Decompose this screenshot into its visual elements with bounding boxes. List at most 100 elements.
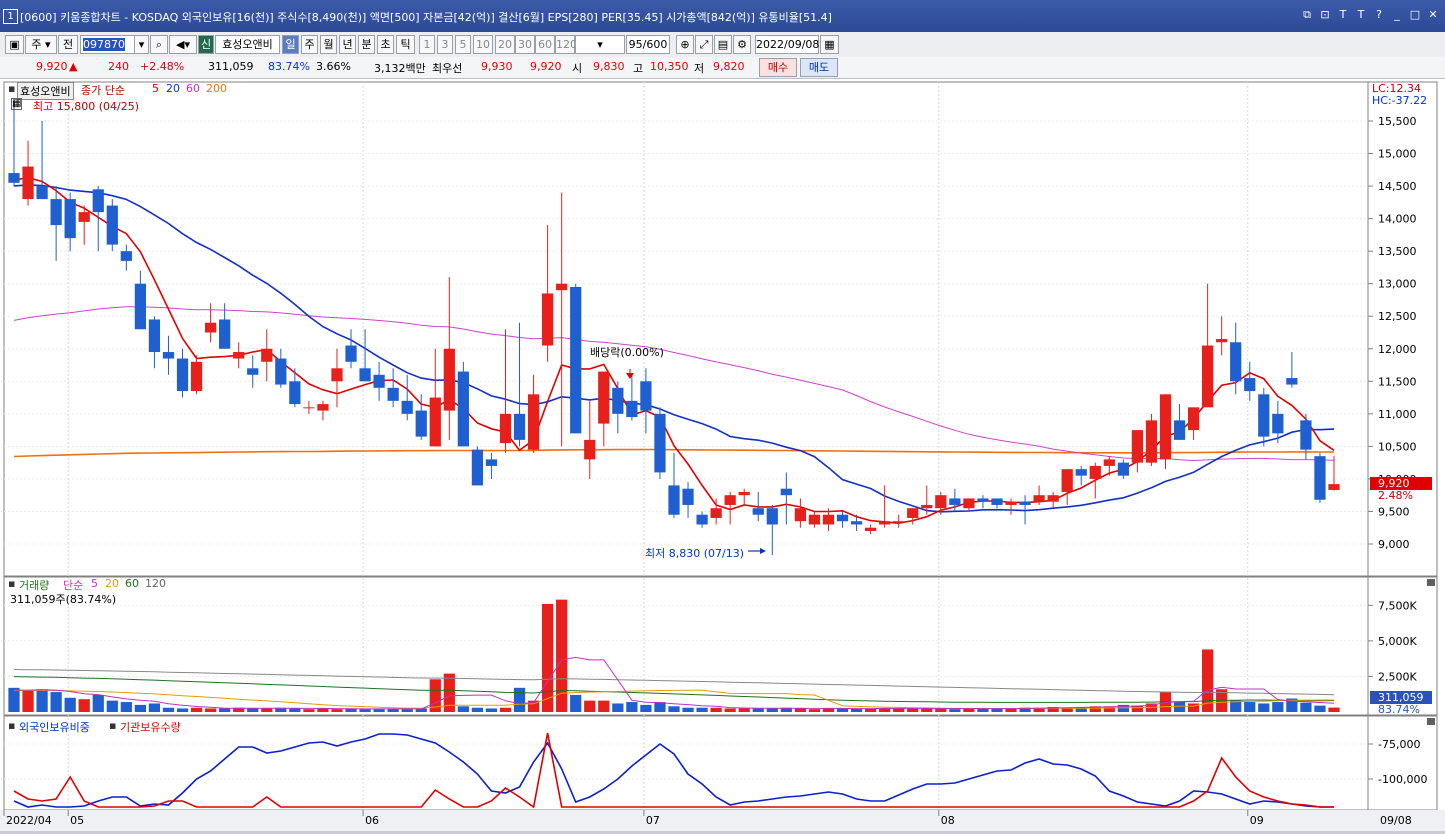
volume-bar [640, 704, 652, 712]
save-icon[interactable]: ▤ [714, 35, 732, 54]
volume-panel-toggle-icon[interactable] [1427, 579, 1435, 586]
date-field[interactable]: 2022/09/08 [755, 35, 819, 54]
chart-area[interactable]: 15,500 15,000 14,500 14,000 13,500 13,000 12,5… [0, 79, 1445, 831]
stock-code-input[interactable]: 097870 [80, 35, 136, 54]
text-icon[interactable]: T [1355, 8, 1367, 21]
candle-body [640, 381, 652, 411]
low-label: 저 [694, 62, 705, 75]
high-note: 최고 15,800 (04/25) [33, 100, 140, 113]
period-second[interactable]: 초 [377, 35, 394, 54]
zoom-icon[interactable]: ⤢ [695, 35, 713, 54]
interval-20[interactable]: 20 [495, 35, 515, 54]
interval-custom-select[interactable]: ▾ [575, 35, 625, 54]
close-button[interactable]: ✕ [1427, 8, 1439, 21]
market-button[interactable]: 전 [58, 35, 78, 54]
volume-bar [935, 708, 947, 712]
candle-body [247, 368, 259, 375]
interval-60[interactable]: 60 [535, 35, 555, 54]
volume-bar [1314, 705, 1326, 712]
calendar-icon[interactable]: ▦ [820, 35, 839, 54]
minimize-button[interactable]: _ [1391, 8, 1403, 21]
candle-body [1230, 342, 1242, 382]
price-legend-ma5: 5 [152, 82, 159, 95]
period-tick[interactable]: 틱 [396, 35, 415, 54]
period-week[interactable]: 주 [301, 35, 318, 54]
period-day[interactable]: 일 [282, 35, 299, 54]
holding-panel-toggle-icon[interactable] [1427, 718, 1435, 725]
crosshair-icon[interactable]: ⊕ [676, 35, 694, 54]
candle-body [668, 485, 680, 515]
volume-bar [359, 709, 371, 712]
price-legend-ma60: 60 [186, 82, 200, 95]
period-month[interactable]: 월 [320, 35, 337, 54]
grid-table-icon[interactable]: ▦ [11, 98, 23, 110]
holding-legend-foreign: 외국인보유비중 [19, 721, 90, 734]
period-type-select[interactable]: 주 ▾ [25, 35, 57, 54]
period-year[interactable]: 년 [339, 35, 356, 54]
volume-tick-label: 7,500K [1378, 599, 1417, 612]
holding-legend-marker: ▪ [8, 719, 16, 732]
font-size-icon[interactable]: T [1337, 8, 1349, 21]
volume-bar [204, 708, 217, 712]
candle-body [22, 166, 34, 200]
interval-3[interactable]: 3 [437, 35, 453, 54]
interval-120[interactable]: 120 [555, 35, 577, 54]
candle-body [162, 352, 175, 359]
layout-icon[interactable]: ▣ [5, 35, 24, 54]
candle-body [120, 251, 132, 261]
volume-bar [808, 709, 821, 712]
period-type-value: 주 [31, 38, 42, 51]
volume-bar [120, 702, 132, 712]
interval-5[interactable]: 5 [455, 35, 471, 54]
candle-body [598, 371, 610, 424]
candle-body [148, 319, 161, 353]
date-tick-label: 05 [70, 814, 84, 827]
price-tick-label: 13,000 [1378, 278, 1417, 291]
volume-bar [485, 708, 498, 712]
price-tick-label: 15,500 [1378, 115, 1417, 128]
candle-body [1047, 495, 1059, 502]
candle-body [570, 286, 582, 434]
count-field[interactable]: 95/600 [626, 35, 670, 54]
candle-body [401, 400, 413, 414]
volume-bar [907, 708, 919, 712]
buy-button[interactable]: 매수 [759, 58, 797, 77]
speaker-icon[interactable]: ◀▾ [169, 35, 197, 54]
price-change-pct: +2.48% [140, 60, 185, 73]
search-icon[interactable]: ⌕ [150, 35, 168, 54]
volume-bar [190, 707, 203, 712]
link-window-icon[interactable]: ⧉ [1301, 8, 1313, 21]
candle-body [977, 498, 989, 502]
candle-body [1145, 420, 1158, 463]
volume-sub-label: 311,059주(83.74%) [10, 593, 117, 606]
volume-bar [1244, 702, 1256, 712]
code-dropdown-icon[interactable]: ▾ [134, 35, 149, 54]
candle-body [1244, 378, 1256, 392]
volume-bar [696, 707, 708, 712]
volume-bar [584, 700, 596, 712]
title-bar: 1 [0600] 키움종합차트 - KOSDAQ 외국인보유[16(천)] 주식… [0, 0, 1445, 32]
candle-body [584, 439, 596, 460]
volume-bar [373, 709, 385, 712]
copy-window-icon[interactable]: ⊡ [1319, 8, 1331, 21]
period-minute[interactable]: 분 [358, 35, 375, 54]
interval-30[interactable]: 30 [515, 35, 535, 54]
sell-button[interactable]: 매도 [800, 58, 838, 77]
volume-bar [22, 690, 34, 712]
candle-body [879, 521, 891, 525]
candle-body [204, 322, 217, 333]
settings-icon[interactable]: ⚙ [733, 35, 751, 54]
interval-1[interactable]: 1 [419, 35, 435, 54]
interval-10[interactable]: 10 [473, 35, 493, 54]
candle-body [106, 205, 118, 245]
help-icon[interactable]: ? [1373, 8, 1385, 21]
candle [570, 283, 582, 434]
volume-bar [682, 707, 694, 712]
best-ask-label: 최우선 [432, 62, 463, 75]
volume-bar [612, 703, 624, 712]
chart-canvas[interactable]: 15,500 15,000 14,500 14,000 13,500 13,000 12,5… [0, 79, 1445, 831]
volume-tick-label: 2,500K [1378, 670, 1417, 683]
candle-body [542, 293, 554, 346]
volume-bar [50, 692, 62, 712]
maximize-button[interactable]: □ [1409, 8, 1421, 21]
